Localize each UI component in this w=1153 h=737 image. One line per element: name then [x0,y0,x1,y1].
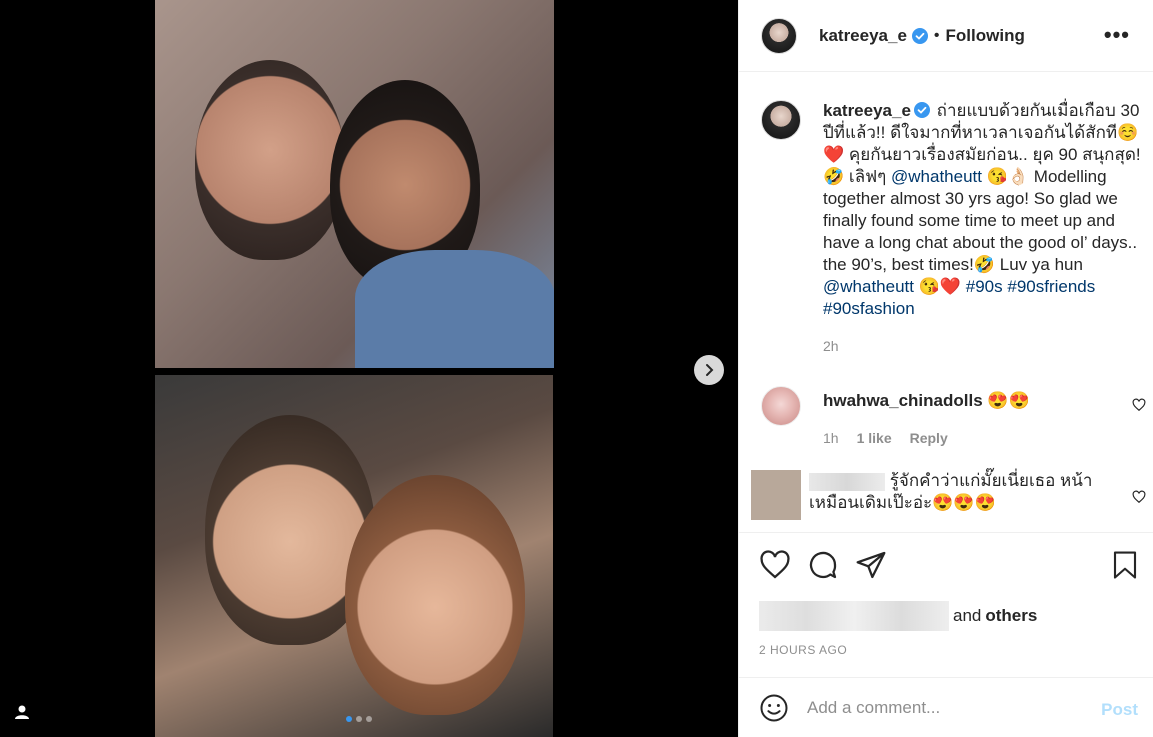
post-detail-panel: katreeya_e • Following ••• katreeya_e ถ่… [738,0,1153,737]
carousel-dot [346,716,352,722]
instagram-post-viewer: katreeya_e • Following ••• katreeya_e ถ่… [0,0,1153,737]
chevron-right-icon [706,364,714,376]
verified-badge-icon [913,102,930,118]
more-options-icon[interactable]: ••• [1104,24,1130,46]
likes-others-link[interactable]: others [985,606,1037,626]
comment-time[interactable]: 1h [823,430,839,446]
caption-timestamp[interactable]: 2h [823,338,839,354]
paper-plane-icon[interactable] [855,549,887,581]
caption-body-3: 😘❤️ [913,277,966,296]
redacted-username [809,472,885,491]
likes-summary: and others [759,601,1037,631]
carousel-dot [366,716,372,722]
verified-badge-icon [911,27,928,44]
comment-meta: 1h 1 like Reply [823,430,948,446]
comment-like-heart-icon[interactable] [1132,490,1146,504]
post-button[interactable]: Post [1101,700,1138,720]
tagged-users-button[interactable] [10,700,34,724]
likes-and: and [953,606,982,625]
post-header: katreeya_e • Following ••• [739,0,1153,72]
author-avatar[interactable] [761,17,797,54]
next-photo-button[interactable] [694,355,724,385]
redacted-likers [759,601,949,631]
comments-section: katreeya_e ถ่ายแบบด้วยกันเมื่อเกือบ 30 ป… [739,72,1153,532]
comment-like-heart-icon[interactable] [1132,398,1146,412]
header-separator: • [933,26,940,44]
caption-username[interactable]: katreeya_e [823,101,911,120]
carousel-dots [346,716,372,722]
comment-icon[interactable] [807,549,839,581]
carousel-dot [356,716,362,722]
caption-author-avatar[interactable] [761,100,801,140]
reply-button[interactable]: Reply [910,430,948,446]
hashtag-link[interactable]: #90sfashion [823,299,915,318]
commenter-avatar[interactable] [761,386,801,426]
mention-link[interactable]: @whatheutt [891,167,982,186]
heart-icon[interactable] [759,549,791,581]
author-username[interactable]: katreeya_e [819,26,907,46]
post-actions: and others 2 HOURS AGO [739,532,1153,677]
comment-input[interactable] [807,697,1077,718]
hashtag-link[interactable]: #90sfriends [1007,277,1095,296]
post-timestamp[interactable]: 2 HOURS AGO [759,643,847,657]
caption-text: katreeya_e ถ่ายแบบด้วยกันเมื่อเกือบ 30 ป… [823,100,1143,320]
mention-link[interactable]: @whatheutt [823,277,914,296]
action-icons [759,549,887,581]
hashtag-link[interactable]: #90s [966,277,1003,296]
post-photo-top[interactable] [155,0,554,368]
following-button[interactable]: Following [946,26,1025,46]
smiley-icon[interactable] [759,693,789,723]
post-photo-bottom[interactable] [155,375,553,737]
commenter-username[interactable]: hwahwa_chinadolls [823,391,983,410]
comment-body: 😍😍 [982,391,1030,410]
bookmark-icon [1113,551,1137,579]
add-comment-bar: Post [739,677,1153,737]
commenter-avatar[interactable] [751,470,801,520]
save-button[interactable] [1110,549,1140,581]
media-panel [0,0,738,737]
user-icon [15,705,29,719]
comment-text: hwahwa_chinadolls 😍😍 [823,390,1123,412]
comment-likes[interactable]: 1 like [857,430,892,446]
comment-text: รู้จักคำว่าแก่มั๊ยเนี่ยเธอ หน้าเหมือนเดิ… [809,470,1109,514]
